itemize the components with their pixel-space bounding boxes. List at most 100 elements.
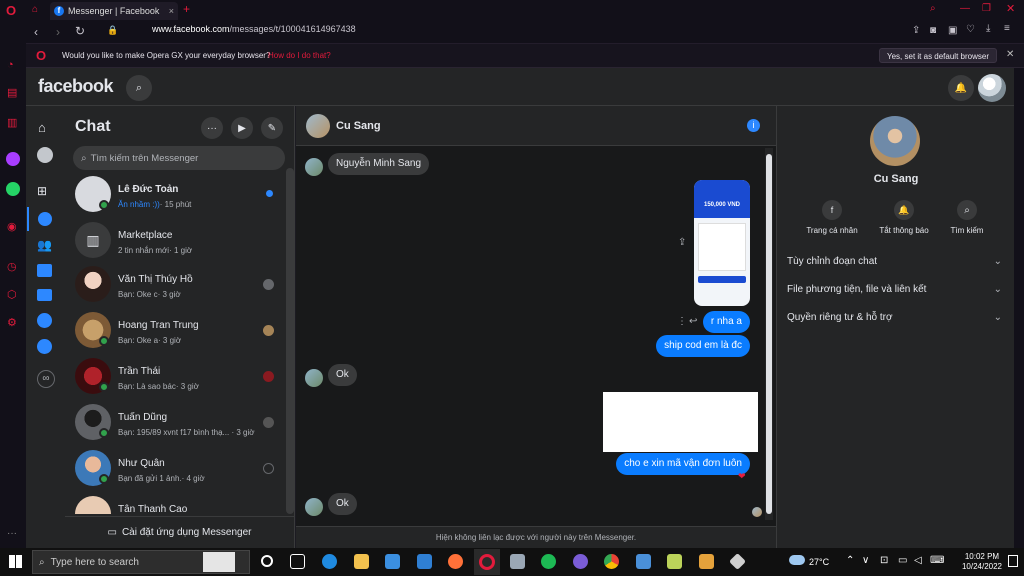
chat-item-marketplace[interactable]: ▥ Marketplace 2 tin nhắn mới· 1 giờ <box>65 220 285 266</box>
close-infobar-icon[interactable]: ✕ <box>1006 49 1014 60</box>
install-messenger-link[interactable]: ▭ Cài đặt ứng dụng Messenger <box>65 516 294 548</box>
app-icon-5[interactable] <box>699 554 714 569</box>
chat-list-scrollbar[interactable] <box>286 168 294 514</box>
set-default-button[interactable]: Yes, set it as default browser <box>879 48 997 63</box>
opera-logo-icon[interactable]: O <box>6 3 16 18</box>
contact-avatar[interactable] <box>306 114 330 138</box>
infobar-link[interactable]: How do I do that? <box>268 51 331 60</box>
app-icon-3[interactable] <box>636 554 651 569</box>
messenger-search-input[interactable]: ⌕ Tìm kiếm trên Messenger <box>73 146 285 170</box>
apps-grid-icon[interactable]: ⊞ <box>37 184 47 198</box>
cortana-icon[interactable] <box>261 555 273 567</box>
network-icon[interactable]: ▭ <box>898 555 907 566</box>
close-window-icon[interactable]: ✕ <box>1006 2 1015 15</box>
privacy-support-section[interactable]: Quyền riêng tư & hỗ trợ ⌄ <box>787 307 1002 327</box>
chat-item-le-duc-toan[interactable]: Lê Đức Toản Ăn nhầm :))· 15 phút <box>65 174 285 220</box>
twitch-icon[interactable]: ▥ <box>7 116 17 129</box>
notifications-icon[interactable]: 🔔 <box>948 75 974 101</box>
message-more-icon[interactable]: ⋮ <box>677 316 687 327</box>
windows-start-icon[interactable] <box>9 555 22 568</box>
app-icon-4[interactable] <box>667 554 682 569</box>
chat-item-tuan-dung[interactable]: Tuấn Dũng Bạn: 195/89 xvnt f17 bình thạ.… <box>65 402 285 448</box>
conversation-scrollbar-track[interactable] <box>765 148 773 520</box>
maximize-icon[interactable]: ❐ <box>982 3 991 14</box>
search-tabs-icon[interactable]: ⌕ <box>930 3 936 14</box>
gx-control-icon[interactable]: ◔ <box>7 59 14 71</box>
opera-gx-taskbar-active[interactable] <box>474 549 500 575</box>
chrome-icon[interactable] <box>604 554 619 569</box>
messenger-side-icon[interactable] <box>6 152 20 166</box>
more-icon[interactable]: ··· <box>7 528 17 539</box>
bag-icon[interactable]: ▤ <box>7 86 17 99</box>
mail-icon[interactable] <box>417 554 432 569</box>
file-explorer-icon[interactable] <box>354 554 369 569</box>
customize-chat-section[interactable]: Tùy chỉnh đoạn chat ⌄ <box>787 251 1002 271</box>
tray-app-icon[interactable]: ⊡ <box>880 555 888 566</box>
tab-messenger[interactable]: f Messenger | Facebook × <box>50 2 178 20</box>
memories-icon[interactable] <box>37 339 52 354</box>
new-tab-icon[interactable]: + <box>183 2 190 16</box>
close-tab-icon[interactable]: × <box>169 6 174 16</box>
download-icon[interactable]: ⤓ <box>986 23 990 34</box>
message-bubble[interactable]: cho e xin mã vận đơn luôn <box>616 453 750 475</box>
minimize-icon[interactable]: — <box>960 3 970 14</box>
gamepad-icon[interactable]: ⌂ <box>32 4 38 15</box>
store-icon[interactable] <box>385 554 400 569</box>
profile-icon[interactable] <box>37 147 53 163</box>
message-bubble[interactable]: ship cod em là đc <box>656 335 750 357</box>
whatsapp-icon[interactable] <box>6 182 20 196</box>
forward-icon[interactable]: › <box>56 25 60 39</box>
heart-icon[interactable]: ♡ <box>966 24 975 35</box>
home-icon[interactable]: ⌂ <box>38 120 46 135</box>
spotify-icon[interactable] <box>541 554 556 569</box>
search-in-chat-icon[interactable]: ⌕ <box>957 200 977 220</box>
contact-profile-photo[interactable] <box>870 116 920 166</box>
link-icon[interactable]: ∞ <box>37 370 55 388</box>
share-icon[interactable]: ⇪ <box>912 25 920 36</box>
account-avatar[interactable] <box>978 74 1006 102</box>
heart-reaction-icon[interactable]: ❤ <box>738 471 746 482</box>
search-action-label[interactable]: Tìm kiếm <box>927 226 1007 235</box>
watch-icon[interactable] <box>37 289 52 301</box>
chat-item-nhu-quan[interactable]: Như Quân Bạn đã gửi 1 ảnh.· 4 giờ <box>65 448 285 494</box>
task-view-icon[interactable] <box>290 554 305 569</box>
marketplace-nav-icon[interactable] <box>37 264 52 277</box>
fb-search-icon[interactable]: ⌕ <box>126 75 152 101</box>
search-highlight-image[interactable] <box>203 552 235 572</box>
reply-icon[interactable]: ↩ <box>689 316 697 327</box>
redacted-image[interactable] <box>603 392 758 452</box>
message-bubble[interactable]: Ok <box>328 493 357 515</box>
history-icon[interactable]: ◷ <box>7 260 17 273</box>
groups-icon[interactable] <box>37 313 52 328</box>
settings-icon[interactable]: ⚙ <box>7 316 17 329</box>
video-call-icon[interactable]: ▶ <box>231 117 253 139</box>
camera-icon[interactable]: ◙ <box>930 25 936 36</box>
tray-icon[interactable]: ∨ <box>862 555 869 566</box>
app-icon-6[interactable] <box>729 553 746 570</box>
notification-center-icon[interactable] <box>1008 555 1018 567</box>
contact-name[interactable]: Cu Sang <box>336 120 381 132</box>
chat-item-tan-thanh-cao[interactable]: Tân Thanh Cao <box>65 494 285 514</box>
cube-icon[interactable]: ▣ <box>948 25 957 36</box>
app-icon[interactable] <box>510 554 525 569</box>
facebook-logo[interactable]: facebook <box>38 76 114 97</box>
bell-icon[interactable]: 🔔 <box>894 200 914 220</box>
chat-item-van-thi-thuy-ho[interactable]: Văn Thị Thúy Hồ Bạn: Oke c· 3 giờ <box>65 264 285 310</box>
edge-icon[interactable] <box>322 554 337 569</box>
profile-action-label[interactable]: Trang cá nhân <box>792 226 872 235</box>
info-icon[interactable]: i <box>747 119 760 132</box>
extensions-icon[interactable]: ⬡ <box>7 288 17 301</box>
chat-item-tran-thai[interactable]: Trần Thái Bạn: Là sao bác· 3 giờ <box>65 356 285 402</box>
weather-icon[interactable] <box>789 555 805 565</box>
facebook-profile-icon[interactable]: f <box>822 200 842 220</box>
message-bubble[interactable]: Ok <box>328 364 357 386</box>
menu-icon[interactable]: ≡ <box>1004 23 1010 34</box>
app-icon-2[interactable] <box>573 554 588 569</box>
player-icon[interactable]: ◉ <box>7 220 17 233</box>
messenger-nav-icon[interactable] <box>38 212 52 226</box>
message-bubble[interactable]: Nguyễn Minh Sang <box>328 153 430 175</box>
reload-icon[interactable]: ↻ <box>75 24 85 38</box>
language-icon[interactable]: ⌨ <box>930 555 944 566</box>
weather-temp[interactable]: 27°C <box>809 557 829 567</box>
new-message-icon[interactable]: ✎ <box>261 117 283 139</box>
